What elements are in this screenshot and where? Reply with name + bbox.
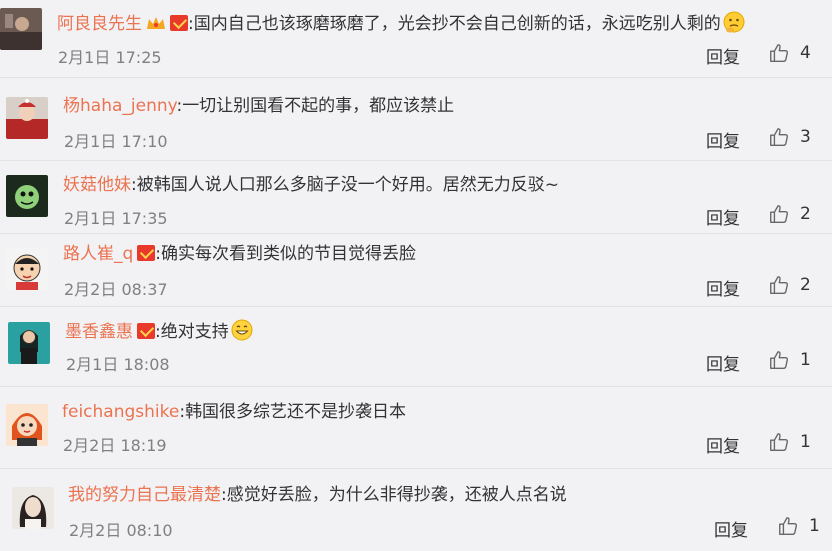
reply-button[interactable]: 回复 [706, 43, 740, 68]
comment-time: 2月1日 17:10 [64, 132, 168, 151]
comment-text: 韩国很多综艺还不是抄袭日本 [185, 402, 407, 422]
thinking-face-icon [723, 11, 745, 33]
crown-icon [146, 15, 166, 31]
like-button[interactable]: 2 [768, 274, 811, 296]
thumbs-up-icon [770, 205, 789, 223]
thumbs-up-icon [770, 276, 789, 294]
red-envelope-icon [137, 323, 155, 339]
comment-row: 路人崔_q:确实每次看到类似的节目觉得丢脸 2月2日 08:37 回复 2 [0, 234, 832, 307]
username[interactable]: 阿良良先生 [57, 14, 142, 34]
like-count: 3 [800, 127, 811, 147]
username[interactable]: 路人崔_q [63, 244, 133, 264]
grin-face-icon [231, 319, 253, 341]
avatar[interactable] [0, 8, 42, 50]
avatar[interactable] [6, 404, 48, 446]
comment-time: 2月2日 18:19 [63, 436, 167, 455]
comment-row: 妖菇他妹:被韩国人说人口那么多脑子没一个好用。居然无力反驳~ 2月1日 17:3… [0, 161, 832, 234]
like-button[interactable]: 1 [768, 431, 811, 453]
like-count: 2 [800, 275, 811, 295]
reply-button[interactable]: 回复 [706, 127, 740, 152]
thumbs-up-icon [770, 128, 789, 146]
username[interactable]: 我的努力自己最清楚 [68, 485, 221, 505]
like-count: 1 [809, 516, 820, 536]
comment-time: 2月2日 08:10 [69, 521, 173, 540]
like-button[interactable]: 1 [777, 515, 820, 537]
comment-text: 国内自己也该琢磨琢磨了，光会抄不会自己创新的话，永远吃别人剩的 [193, 14, 721, 34]
avatar-photo-icon [6, 175, 48, 217]
username[interactable]: 杨haha_jenny [63, 96, 176, 116]
reply-button[interactable]: 回复 [706, 275, 740, 300]
like-count: 1 [800, 432, 811, 452]
reply-button[interactable]: 回复 [706, 204, 740, 229]
comment-list: 阿良良先生:国内自己也该琢磨琢磨了，光会抄不会自己创新的话，永远吃别人剩的 2月… [0, 0, 832, 551]
thumbs-up-icon [779, 517, 798, 535]
like-button[interactable]: 4 [768, 42, 811, 64]
avatar[interactable] [8, 322, 50, 364]
like-count: 4 [800, 43, 811, 63]
like-button[interactable]: 3 [768, 126, 811, 148]
avatar-cartoon-icon [6, 248, 48, 290]
thumbs-up-icon [770, 351, 789, 369]
thumbs-up-icon [770, 44, 789, 62]
like-button[interactable]: 2 [768, 203, 811, 225]
red-envelope-icon [170, 15, 188, 31]
avatar-photo-icon [12, 487, 54, 529]
comment-row: feichangshike:韩国很多综艺还不是抄袭日本 2月2日 18:19 回… [0, 387, 832, 469]
avatar-photo-icon [8, 322, 50, 364]
comment-row: 杨haha_jenny:一切让别国看不起的事，都应该禁止 2月1日 17:10 … [0, 78, 832, 161]
avatar-photo-icon [0, 8, 42, 50]
comment-row: 我的努力自己最清楚:感觉好丢脸，为什么非得抄袭，还被人点名说 2月2日 08:1… [0, 469, 832, 551]
comment-time: 2月2日 08:37 [64, 280, 168, 299]
comment-time: 2月1日 18:08 [66, 355, 170, 374]
avatar[interactable] [6, 175, 48, 217]
comment-time: 2月1日 17:35 [64, 209, 168, 228]
username[interactable]: 墨香鑫惠 [65, 322, 133, 342]
comment-text: 一切让别国看不起的事，都应该禁止 [182, 96, 455, 116]
avatar[interactable] [12, 487, 54, 529]
thumbs-up-icon [770, 433, 789, 451]
comment-text: 被韩国人说人口那么多脑子没一个好用。居然无力反驳~ [136, 175, 559, 195]
reply-button[interactable]: 回复 [714, 516, 748, 541]
avatar-photo-icon [6, 97, 48, 139]
comment-text: 绝对支持 [160, 322, 229, 342]
avatar[interactable] [6, 248, 48, 290]
reply-button[interactable]: 回复 [706, 350, 740, 375]
like-count: 2 [800, 204, 811, 224]
reply-button[interactable]: 回复 [706, 432, 740, 457]
avatar-cartoon-icon [6, 404, 48, 446]
avatar[interactable] [6, 97, 48, 139]
comment-text: 确实每次看到类似的节目觉得丢脸 [161, 244, 417, 264]
username[interactable]: feichangshike [62, 402, 179, 422]
comment-row: 阿良良先生:国内自己也该琢磨琢磨了，光会抄不会自己创新的话，永远吃别人剩的 2月… [0, 0, 832, 78]
like-button[interactable]: 1 [768, 349, 811, 371]
red-envelope-icon [137, 245, 156, 261]
like-count: 1 [800, 350, 811, 370]
comment-row: 墨香鑫惠:绝对支持 2月1日 18:08 回复 1 [0, 307, 832, 387]
username[interactable]: 妖菇他妹 [63, 175, 131, 195]
comment-text: 感觉好丢脸，为什么非得抄袭，还被人点名说 [226, 485, 567, 505]
comment-time: 2月1日 17:25 [58, 48, 162, 67]
